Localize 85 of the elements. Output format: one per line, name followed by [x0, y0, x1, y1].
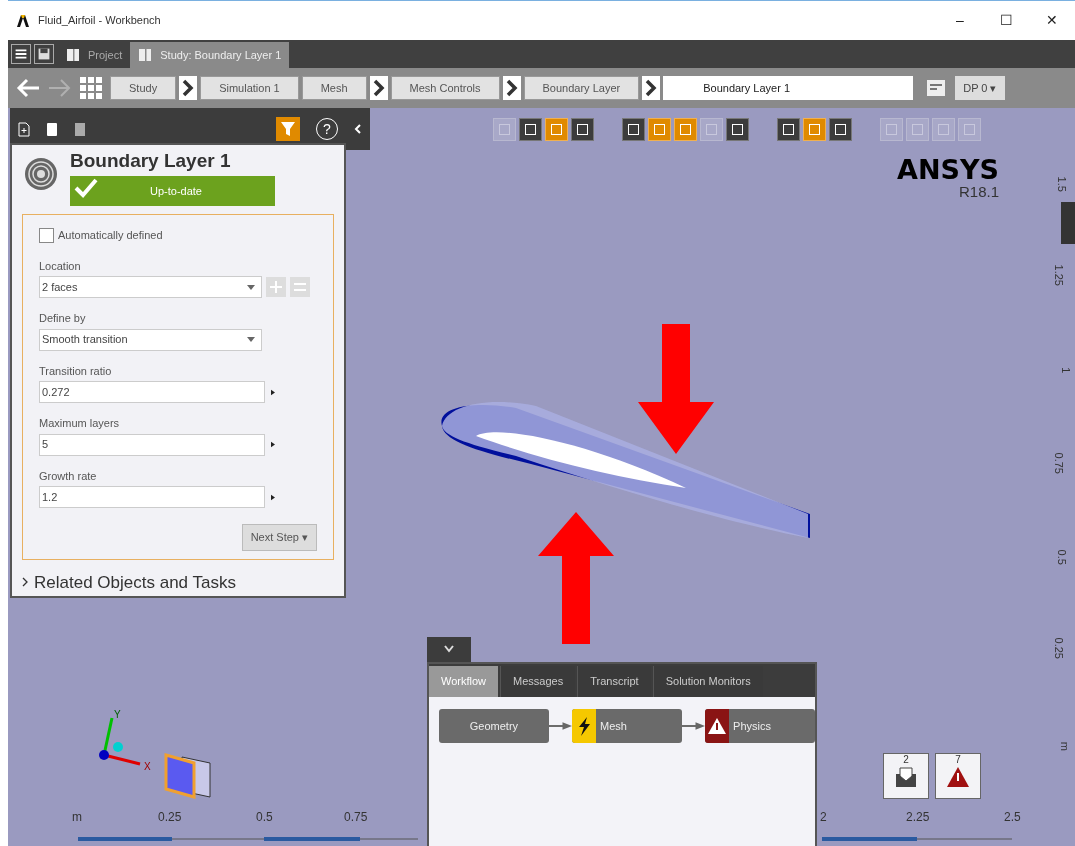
- maximize-button[interactable]: ☐: [983, 10, 1029, 31]
- new-document-icon[interactable]: [18, 121, 30, 137]
- flow-arrow: [548, 721, 573, 731]
- panel-title: Boundary Layer 1: [70, 149, 232, 173]
- field-label: Growth rate: [39, 468, 98, 484]
- close-button[interactable]: ✕: [1029, 10, 1075, 31]
- ruler-label: 0.25: [1051, 637, 1066, 659]
- window-title: Fluid_Airfoil - Workbench: [38, 13, 161, 29]
- view-tool-icon[interactable]: [726, 118, 749, 141]
- scale-label: 2: [820, 809, 827, 826]
- workflow-step[interactable]: Mesh: [572, 709, 682, 743]
- status-text: Up-to-date: [150, 183, 202, 199]
- lightning-icon: [572, 709, 597, 743]
- workflow-step[interactable]: Physics: [705, 709, 815, 743]
- next-step-button[interactable]: Next Step ▾: [241, 524, 317, 551]
- messages-counter[interactable]: 2: [883, 753, 929, 799]
- delete-icon[interactable]: [74, 121, 86, 137]
- caret-icon[interactable]: [247, 284, 255, 290]
- input-field[interactable]: 0.272: [39, 381, 265, 403]
- panel-layout-icon: [66, 48, 80, 62]
- ruler-label: m: [1057, 741, 1072, 751]
- field-label: Transition ratio: [39, 363, 113, 379]
- ansys-logo: ANSYS: [897, 156, 999, 184]
- collapse-icon[interactable]: [354, 124, 362, 134]
- checkbox[interactable]: [39, 227, 54, 243]
- chevron-right-icon[interactable]: [22, 577, 28, 588]
- ruler-label: 1: [1059, 367, 1074, 374]
- filter-icon[interactable]: [276, 117, 300, 141]
- ruler-label: 0.5: [1054, 549, 1069, 565]
- collapse-panel-tab[interactable]: [427, 637, 471, 662]
- envelope-icon: [894, 766, 918, 788]
- view-tool-icon[interactable]: [622, 118, 645, 141]
- check-icon: [74, 177, 98, 199]
- scale-label: 0.5: [256, 809, 273, 826]
- view-tool-icon[interactable]: [829, 118, 852, 141]
- view-cube-icon: [164, 753, 212, 799]
- menu-icon[interactable]: [11, 44, 31, 64]
- down-arrow-icon: [638, 324, 714, 454]
- warning-icon: [705, 709, 730, 743]
- scale-label: 0.25: [158, 809, 182, 826]
- parameters-icon[interactable]: [925, 77, 948, 99]
- breadcrumb-item[interactable]: Boundary Layer 1: [663, 76, 914, 100]
- workflow-step[interactable]: Geometry: [439, 709, 549, 743]
- version-label: R18.1: [958, 184, 999, 200]
- caret-icon[interactable]: [247, 337, 255, 342]
- warning-icon: [946, 766, 970, 788]
- view-tool-icon[interactable]: [571, 118, 594, 141]
- breadcrumb-item[interactable]: Mesh: [301, 76, 367, 100]
- scale-label: 2.5: [1004, 809, 1021, 826]
- grid-icon[interactable]: [80, 77, 102, 99]
- location-dropdown[interactable]: 2 faces: [39, 276, 262, 298]
- ruler-label: 0.75: [1051, 452, 1066, 474]
- input-field[interactable]: 1.2: [39, 486, 265, 508]
- input-field[interactable]: 5: [39, 433, 265, 456]
- scale-label: 0.75: [344, 809, 368, 826]
- panel-layout-icon: [138, 48, 153, 62]
- checkbox-label: Automatically defined: [58, 228, 163, 243]
- minimize-button[interactable]: –: [937, 10, 983, 31]
- breadcrumb-item[interactable]: Study: [110, 76, 177, 100]
- view-tool-icon[interactable]: [519, 118, 542, 141]
- expand-arrow-icon[interactable]: [271, 493, 275, 501]
- scale-label: 2.25: [906, 809, 930, 826]
- save-icon[interactable]: [34, 44, 54, 64]
- ruler-label: 1.5: [1054, 176, 1069, 192]
- scale-label: m: [72, 809, 82, 826]
- field-label: Location: [39, 258, 82, 274]
- copy-icon[interactable]: [46, 121, 58, 137]
- expand-arrow-icon[interactable]: [271, 388, 275, 396]
- breadcrumb-item[interactable]: Boundary Layer: [523, 76, 640, 100]
- related-objects-link[interactable]: Related Objects and Tasks: [34, 569, 236, 595]
- up-arrow-icon: [538, 512, 614, 644]
- view-tool-icon[interactable]: [777, 118, 800, 141]
- back-arrow-icon[interactable]: [16, 78, 40, 98]
- design-point-dropdown[interactable]: DP 0 ▾: [955, 75, 1005, 101]
- ruler-label: 1.25: [1051, 264, 1066, 286]
- define-by-dropdown[interactable]: Smooth transition: [39, 328, 262, 351]
- flow-arrow: [681, 721, 706, 731]
- expand-arrow-icon[interactable]: [271, 441, 275, 448]
- field-label: Define by: [39, 311, 87, 326]
- app-logo-icon: [16, 13, 30, 28]
- breadcrumb-item[interactable]: Mesh Controls: [390, 76, 500, 100]
- field-label: Maximum layers: [39, 416, 121, 431]
- breadcrumb-item[interactable]: Simulation 1: [200, 76, 299, 100]
- warnings-counter[interactable]: 7: [935, 753, 981, 799]
- boundary-layer-icon: [24, 157, 58, 191]
